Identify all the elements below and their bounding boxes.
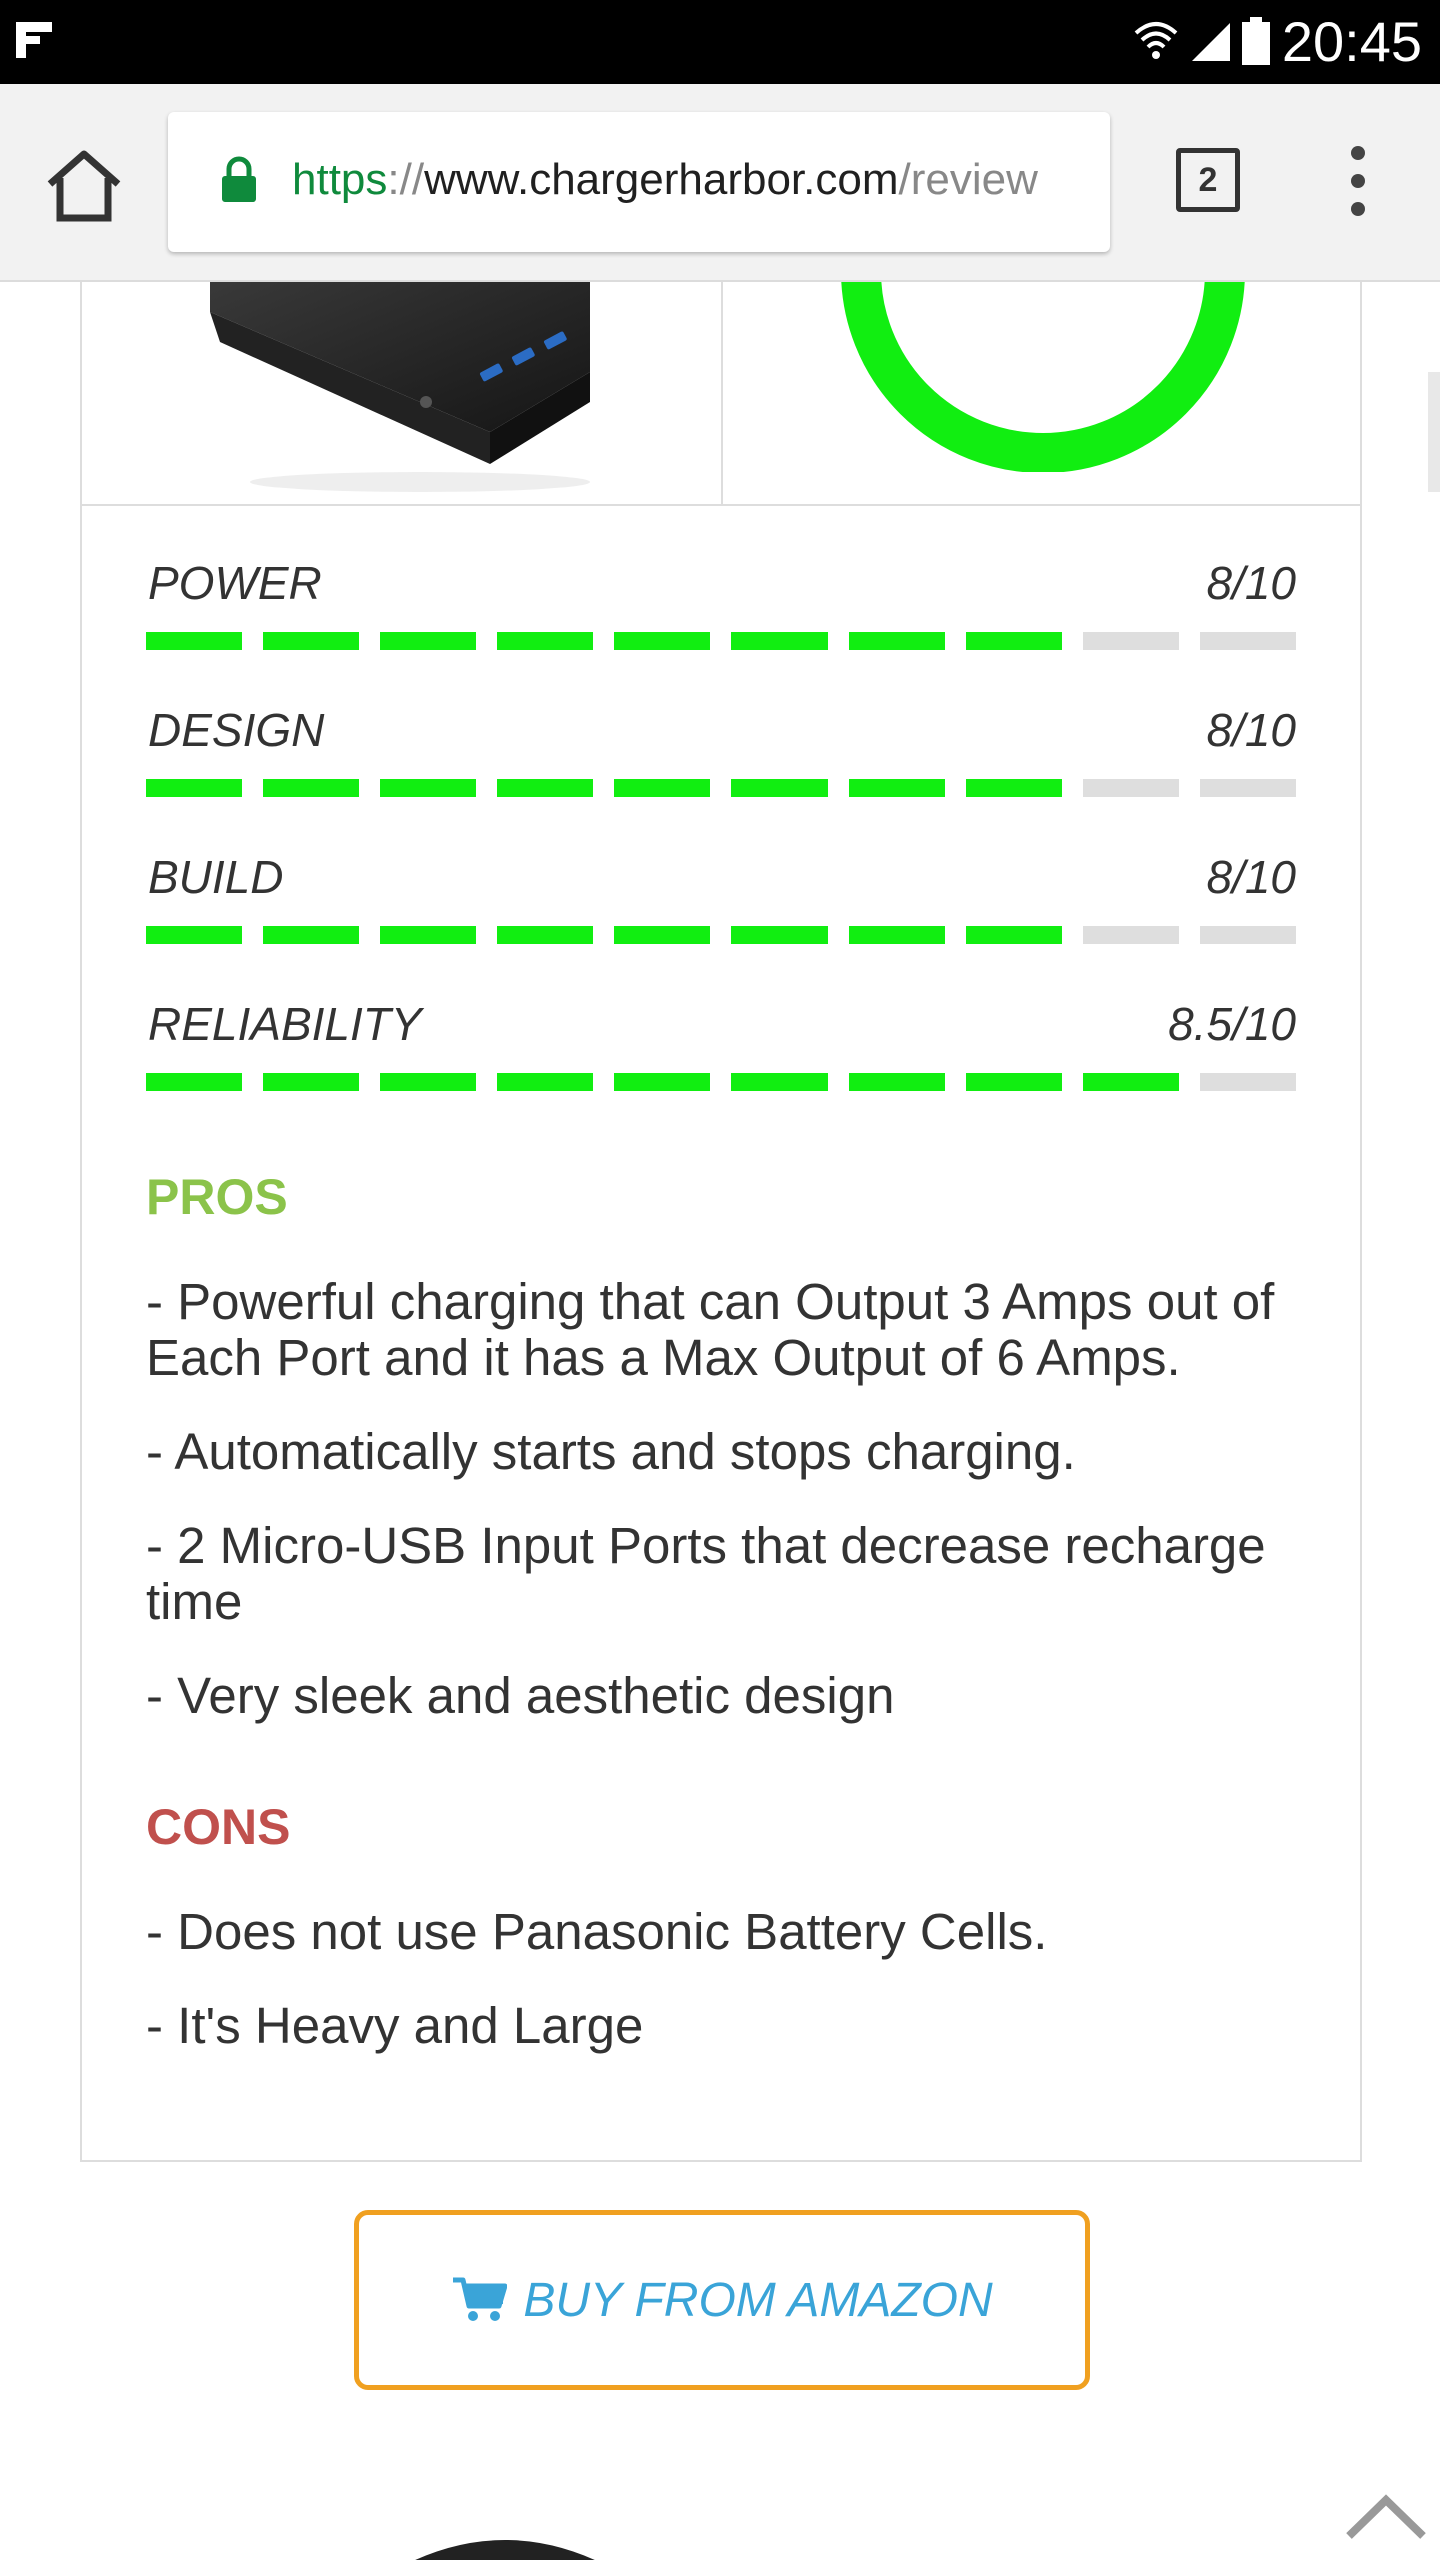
rating-segment	[965, 632, 1062, 650]
rating-segment	[1082, 632, 1179, 650]
notification-icon	[16, 22, 52, 58]
rating-segment	[1199, 1073, 1296, 1091]
rating-segment	[263, 632, 360, 650]
rating-segment	[731, 926, 828, 944]
rating-segment	[848, 779, 945, 797]
cons-list: - Does not use Panasonic Battery Cells. …	[146, 1904, 1356, 2092]
rating-segment	[146, 1073, 243, 1091]
url-host: www.chargerharbor.com	[424, 155, 899, 204]
rating-row: BUILD 8/10	[146, 844, 1296, 991]
signal-icon	[1192, 23, 1230, 61]
rating-segment	[146, 926, 243, 944]
overall-score: 8.1	[967, 282, 1120, 304]
rating-segment	[614, 926, 711, 944]
rating-segment	[1082, 779, 1179, 797]
rating-row: DESIGN 8/10	[146, 697, 1296, 844]
rating-list: POWER 8/10 DESIGN 8/10 BUILD 8/10 RELIAB…	[146, 550, 1296, 1138]
rating-segment	[497, 779, 594, 797]
rating-bar	[146, 779, 1296, 797]
rating-segment	[380, 779, 477, 797]
rating-segment	[497, 632, 594, 650]
scrollbar[interactable]	[1428, 372, 1440, 492]
rating-segment	[614, 632, 711, 650]
browser-toolbar: https://www.chargerharbor.com/review 2	[0, 84, 1440, 282]
status-icons	[1134, 16, 1270, 66]
next-product-image	[415, 2540, 595, 2560]
page-content: 8.1 POWER 8/10 DESIGN 8/10 BUILD 8/10 RE…	[0, 282, 1440, 2560]
url-separator: ://	[387, 155, 425, 204]
rating-segment	[1199, 779, 1296, 797]
overall-score-ring: 8.1	[838, 282, 1248, 476]
pros-list: - Powerful charging that can Output 3 Am…	[146, 1274, 1356, 1762]
rating-segment	[731, 632, 828, 650]
rating-segment	[848, 926, 945, 944]
rating-segment	[848, 1073, 945, 1091]
rating-segment	[263, 926, 360, 944]
lock-icon	[222, 156, 256, 202]
power-bank-image	[210, 282, 590, 492]
rating-segment	[731, 779, 828, 797]
rating-segment	[731, 1073, 828, 1091]
rating-segment	[1082, 1073, 1179, 1091]
url-scheme: https	[292, 155, 388, 204]
rating-bar	[146, 632, 1296, 650]
home-icon[interactable]	[44, 148, 124, 224]
rating-segment	[380, 1073, 477, 1091]
rating-segment	[497, 926, 594, 944]
status-bar: 20:45	[0, 0, 1440, 84]
rating-row: RELIABILITY 8.5/10	[146, 991, 1296, 1138]
battery-icon	[1242, 17, 1270, 65]
rating-segment	[1082, 926, 1179, 944]
rating-value: 8/10	[1206, 851, 1296, 903]
wifi-icon	[1134, 22, 1178, 59]
scroll-to-top-icon[interactable]	[1345, 2492, 1427, 2540]
cons-item: - It's Heavy and Large	[146, 1997, 644, 2054]
rating-segment	[848, 632, 945, 650]
rating-segment	[263, 779, 360, 797]
overflow-menu-icon[interactable]	[1340, 146, 1376, 226]
rating-value: 8/10	[1206, 557, 1296, 609]
rating-segment	[497, 1073, 594, 1091]
rating-segment	[614, 1073, 711, 1091]
cart-icon	[453, 2277, 508, 2321]
url-path: /review	[898, 155, 1038, 204]
rating-row: POWER 8/10	[146, 550, 1296, 697]
pros-item: - Very sleek and aesthetic design	[146, 1667, 895, 1724]
rating-label: BUILD	[148, 851, 284, 903]
tabs-icon[interactable]: 2	[1176, 148, 1240, 212]
divider	[721, 282, 723, 506]
pros-heading: PROS	[146, 1169, 288, 1225]
rating-bar	[146, 1073, 1296, 1091]
rating-bar	[146, 926, 1296, 944]
pros-item: - Powerful charging that can Output 3 Am…	[146, 1273, 1275, 1386]
rating-value: 8/10	[1206, 704, 1296, 756]
rating-label: DESIGN	[148, 704, 325, 756]
rating-segment	[965, 779, 1062, 797]
url-text[interactable]: https://www.chargerharbor.com/review	[292, 148, 1038, 212]
rating-segment	[380, 632, 477, 650]
buy-from-amazon-button[interactable]: BUY FROM AMAZON	[354, 2210, 1090, 2390]
rating-label: RELIABILITY	[148, 998, 422, 1050]
rating-segment	[1199, 632, 1296, 650]
rating-segment	[146, 779, 243, 797]
rating-value: 8.5/10	[1168, 998, 1296, 1050]
rating-segment	[263, 1073, 360, 1091]
rating-segment	[965, 926, 1062, 944]
cons-heading: CONS	[146, 1799, 291, 1855]
rating-segment	[614, 779, 711, 797]
rating-segment	[1199, 926, 1296, 944]
pros-item: - Automatically starts and stops chargin…	[146, 1423, 1076, 1480]
rating-segment	[146, 632, 243, 650]
rating-segment	[380, 926, 477, 944]
address-bar[interactable]: https://www.chargerharbor.com/review	[168, 112, 1110, 252]
cons-item: - Does not use Panasonic Battery Cells.	[146, 1903, 1048, 1960]
status-time: 20:45	[1281, 10, 1422, 73]
pros-item: - 2 Micro-USB Input Ports that decrease …	[146, 1517, 1266, 1630]
rating-segment	[965, 1073, 1062, 1091]
buy-button-label: BUY FROM AMAZON	[523, 2273, 993, 2327]
rating-label: POWER	[148, 557, 322, 609]
